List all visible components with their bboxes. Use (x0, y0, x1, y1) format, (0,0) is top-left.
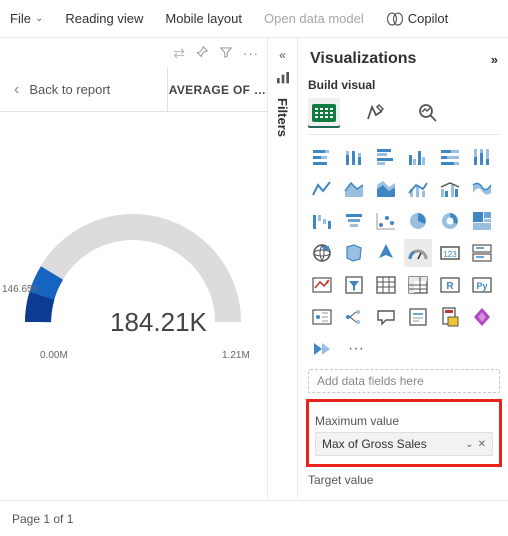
drill-flat-icon[interactable]: ⇄ (173, 45, 185, 62)
maximum-value-field[interactable]: Max of Gross Sales ⌄ ✕ (315, 432, 493, 456)
status-bar: Page 1 of 1 (0, 500, 508, 536)
visualizations-title: Visualizations (310, 50, 416, 68)
line-clustered-column-icon[interactable] (436, 175, 464, 203)
field-wells: Add data fields here Maximum value Max o… (308, 369, 500, 487)
donut-chart-icon[interactable] (436, 207, 464, 235)
clustered-column-chart-icon[interactable] (404, 143, 432, 171)
copilot-button[interactable]: Copilot (386, 10, 448, 28)
mobile-layout-button[interactable]: Mobile layout (165, 11, 242, 26)
filled-map-icon[interactable] (340, 239, 368, 267)
clustered-bar-chart-icon[interactable] (372, 143, 400, 171)
table-icon[interactable] (372, 271, 400, 299)
matrix-icon[interactable] (404, 271, 432, 299)
filters-pane-collapsed[interactable]: « Filters (268, 38, 298, 498)
workspace: ⇄ ··· ‹ Back to report AVERAGE OF … 146.… (0, 38, 508, 498)
scatter-chart-icon[interactable] (372, 207, 400, 235)
build-visual-label: Build visual (308, 78, 500, 92)
visual-title: AVERAGE OF … (167, 68, 267, 111)
visualizations-pane: Visualizations » Build visual (298, 38, 508, 498)
smart-narrative-icon[interactable] (404, 303, 432, 331)
pin-icon[interactable] (195, 45, 209, 62)
hundred-stacked-column-icon[interactable] (468, 143, 496, 171)
qa-visual-icon[interactable] (372, 303, 400, 331)
kpi-icon[interactable] (308, 271, 336, 299)
svg-text:Py: Py (476, 281, 487, 291)
stacked-column-chart-icon[interactable] (340, 143, 368, 171)
slicer-icon[interactable] (340, 271, 368, 299)
add-data-fields-placeholder[interactable]: Add data fields here (308, 369, 500, 393)
card-icon[interactable]: 123 (436, 239, 464, 267)
reading-view-button[interactable]: Reading view (65, 11, 143, 26)
chevron-down-icon: ⌄ (35, 13, 43, 24)
stacked-area-chart-icon[interactable] (372, 175, 400, 203)
report-canvas: ⇄ ··· ‹ Back to report AVERAGE OF … 146.… (0, 38, 268, 498)
map-icon[interactable] (308, 239, 336, 267)
treemap-chart-icon[interactable] (468, 207, 496, 235)
chevron-left-icon: ‹ (14, 81, 19, 99)
back-label: Back to report (29, 82, 110, 97)
copilot-label: Copilot (408, 11, 448, 26)
visual-title-bar: ‹ Back to report AVERAGE OF … (0, 68, 267, 112)
bar-chart-icon (275, 70, 291, 86)
open-data-model-button: Open data model (264, 11, 364, 26)
power-automate-icon[interactable] (308, 335, 336, 363)
gauge-value: 184.21K (110, 307, 207, 338)
azure-map-icon[interactable] (372, 239, 400, 267)
r-visual-icon[interactable]: R (436, 271, 464, 299)
visual-type-grid: 123 R Py ··· (308, 143, 500, 363)
maximum-value-highlight: Maximum value Max of Gross Sales ⌄ ✕ (306, 399, 502, 467)
chevron-down-icon[interactable]: ⌄ (465, 439, 473, 450)
filter-icon[interactable] (219, 45, 233, 62)
line-stacked-column-icon[interactable] (404, 175, 432, 203)
multi-row-card-icon[interactable] (468, 239, 496, 267)
copilot-icon (386, 10, 404, 28)
maximum-value-label: Maximum value (315, 414, 493, 428)
power-apps-icon[interactable] (468, 303, 496, 331)
python-visual-icon[interactable]: Py (468, 271, 496, 299)
remove-field-icon[interactable]: ✕ (478, 439, 486, 450)
gauge-visual[interactable]: 146.65K 184.21K 0.00M 1.21M (0, 112, 267, 372)
top-menubar: File ⌄ Reading view Mobile layout Open d… (0, 0, 508, 38)
funnel-chart-icon[interactable] (340, 207, 368, 235)
gauge-marker-label: 146.65K (2, 284, 39, 295)
target-value-label: Target value (308, 473, 500, 487)
svg-text:R: R (446, 281, 454, 292)
chevron-right-icon[interactable]: » (491, 52, 498, 67)
gauge-min-label: 0.00M (40, 350, 68, 361)
decomposition-tree-icon[interactable] (340, 303, 368, 331)
file-label: File (10, 11, 31, 26)
build-mode-tabs (308, 98, 500, 128)
build-visual-tab[interactable] (308, 98, 340, 128)
more-options-icon[interactable]: ··· (243, 46, 259, 61)
paginated-report-icon[interactable] (436, 303, 464, 331)
line-chart-icon[interactable] (308, 175, 336, 203)
file-menu[interactable]: File ⌄ (10, 11, 43, 26)
back-to-report-button[interactable]: ‹ Back to report (0, 81, 167, 99)
key-influencers-icon[interactable] (308, 303, 336, 331)
analytics-tab[interactable] (412, 98, 444, 128)
area-chart-icon[interactable] (340, 175, 368, 203)
visual-header-toolbar: ⇄ ··· (0, 38, 267, 68)
pie-chart-icon[interactable] (404, 207, 432, 235)
svg-text:123: 123 (443, 250, 457, 259)
more-visuals-icon[interactable]: ··· (340, 335, 368, 363)
format-visual-tab[interactable] (360, 98, 392, 128)
hundred-stacked-bar-icon[interactable] (436, 143, 464, 171)
field-name: Max of Gross Sales (322, 437, 427, 451)
divider (308, 134, 500, 135)
waterfall-chart-icon[interactable] (308, 207, 336, 235)
gauge-chart-icon[interactable] (404, 239, 432, 267)
ribbon-chart-icon[interactable] (468, 175, 496, 203)
page-indicator: Page 1 of 1 (12, 512, 73, 526)
gauge-max-label: 1.21M (222, 350, 250, 361)
filters-label: Filters (275, 98, 290, 137)
chevron-left-icon: « (279, 48, 286, 62)
stacked-bar-chart-icon[interactable] (308, 143, 336, 171)
